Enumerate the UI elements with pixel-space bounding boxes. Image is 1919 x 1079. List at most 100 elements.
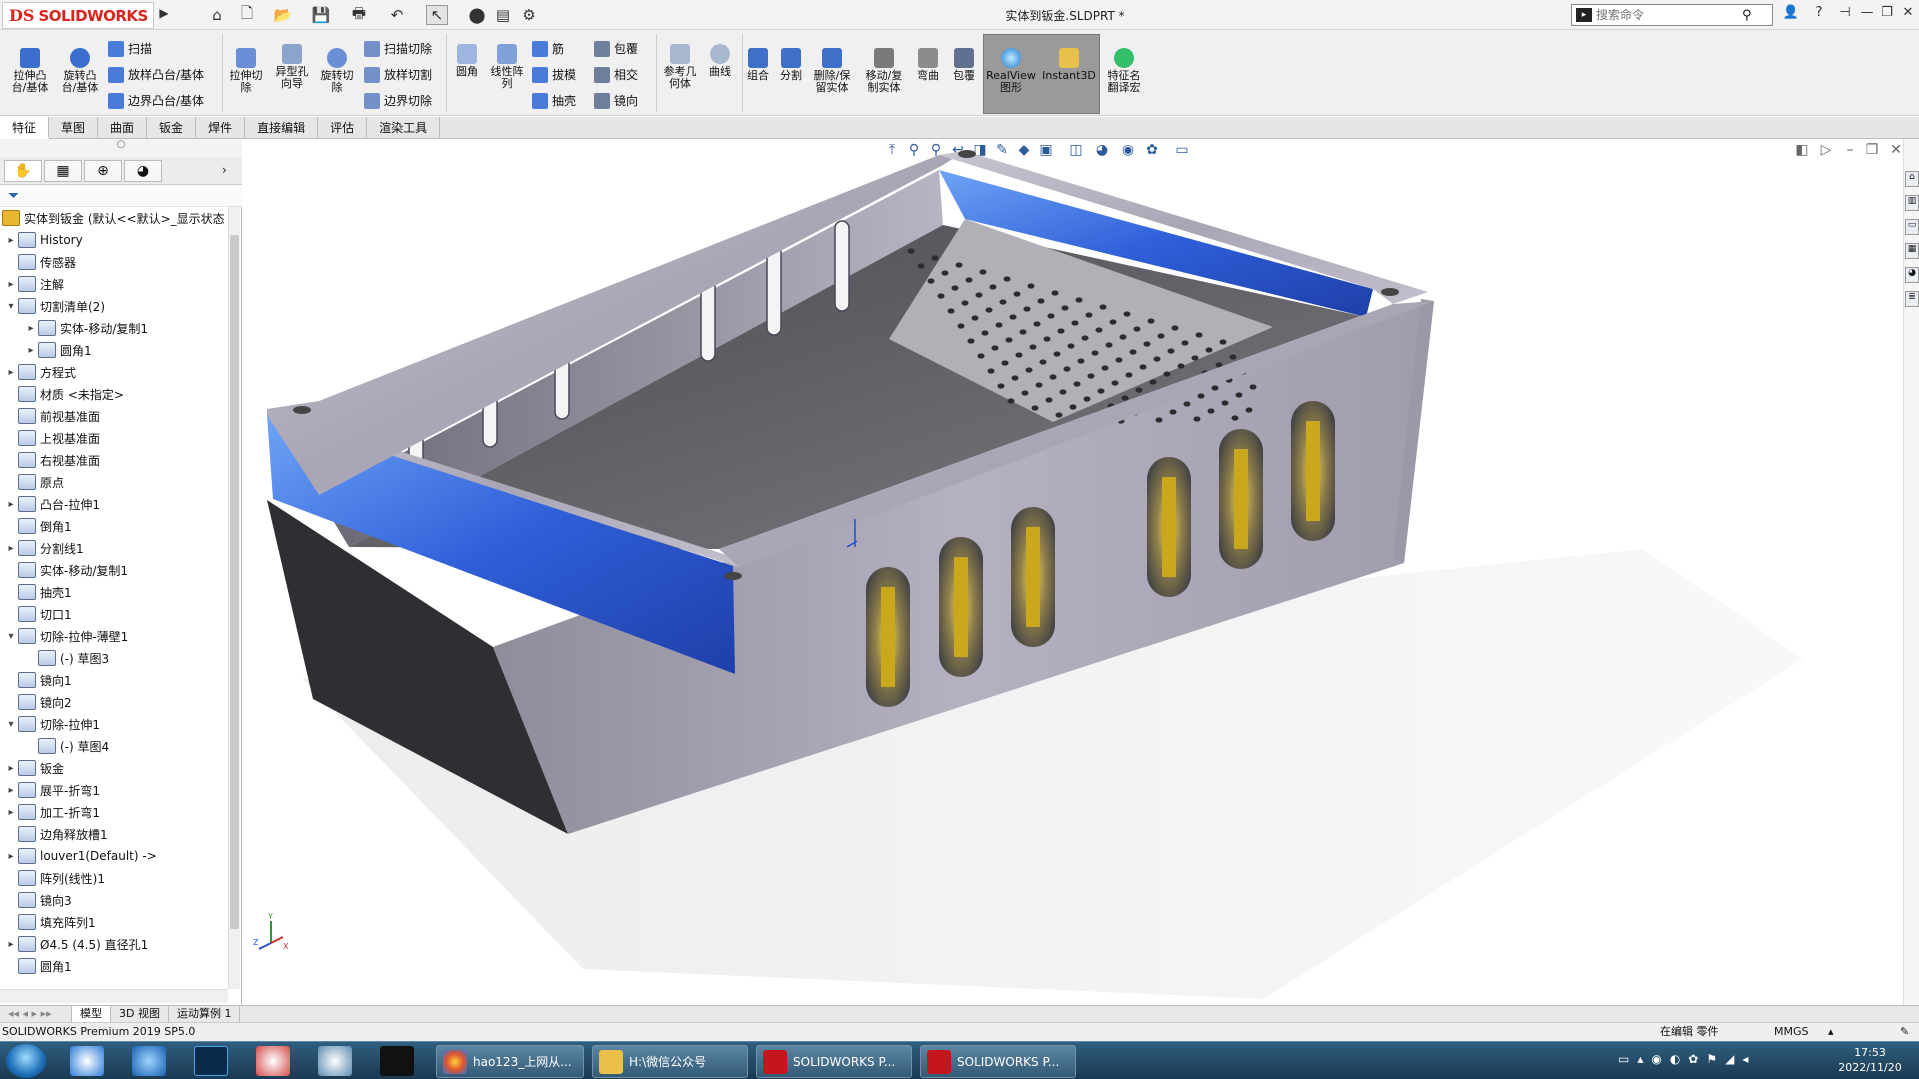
tree-item[interactable]: (-) 草图4 [24, 735, 109, 757]
ok-app-icon[interactable] [380, 1046, 414, 1076]
tree-item[interactable]: ▸ History [4, 229, 83, 251]
tree-item[interactable]: 实体-移动/复制1 [4, 559, 128, 581]
user-icon[interactable]: 👤 [1780, 5, 1802, 25]
tree-item[interactable]: (-) 草图3 [24, 647, 109, 669]
hole-wizard-button[interactable]: 异型孔 向导 [270, 44, 314, 90]
tree-horizontal-scrollbar[interactable] [0, 989, 228, 1003]
tree-expand-icon[interactable]: ▾ [4, 631, 18, 642]
taskbar-task-solidworks-2[interactable]: SOLIDWORKS P... [920, 1045, 1076, 1078]
pinned-app-icon[interactable] [70, 1046, 104, 1076]
tree-item[interactable]: 材质 <未指定> [4, 383, 124, 405]
property-manager-tab-icon[interactable]: ▦ [44, 160, 82, 182]
close-icon[interactable]: ✕ [1897, 5, 1919, 25]
tree-item[interactable]: 阵列(线性)1 [4, 867, 105, 889]
combine-button[interactable]: 组合 [744, 48, 772, 82]
tree-expand-icon[interactable]: ▸ [4, 367, 18, 378]
unit-dropdown-icon[interactable]: ▴ [1828, 1023, 1834, 1041]
display-manager-tab-icon[interactable]: ◕ [124, 160, 162, 182]
shell-button[interactable]: 抽壳 [532, 92, 576, 109]
tree-expand-icon[interactable]: ▸ [4, 939, 18, 950]
configuration-manager-tab-icon[interactable]: ⊕ [84, 160, 122, 182]
tree-item[interactable]: 镜向2 [4, 691, 72, 713]
tree-expand-icon[interactable]: ▾ [4, 719, 18, 730]
tab-motion-study[interactable]: 运动算例 1 [169, 1006, 241, 1022]
search-commands-box[interactable]: ▸ ⚲ [1571, 4, 1773, 26]
status-help-icon[interactable]: ✎ [1900, 1023, 1909, 1041]
move-copy-body-button[interactable]: 移动/复 制实体 [860, 48, 908, 94]
minimize-icon[interactable]: — [1856, 5, 1878, 25]
taskbar-task-solidworks-1[interactable]: SOLIDWORKS P... [756, 1045, 912, 1078]
tree-expand-icon[interactable]: ▾ [4, 301, 18, 312]
tab-render-tools[interactable]: 渲染工具 [367, 117, 441, 139]
start-button-icon[interactable] [6, 1044, 46, 1078]
tab-direct-editing[interactable]: 直接编辑 [245, 117, 319, 139]
tree-expand-icon[interactable]: ▸ [4, 763, 18, 774]
tree-root-item[interactable]: 实体到钣金 (默认<<默认>_显示状态 [2, 207, 225, 229]
appearances-icon[interactable]: ◕ [1905, 267, 1919, 283]
filter-icon[interactable]: ⏷ [8, 188, 19, 204]
feature-manager-tab-icon[interactable]: ✋ [4, 160, 42, 182]
linear-pattern-button[interactable]: 线性阵 列 [486, 44, 528, 90]
tree-expand-icon[interactable]: ▸ [4, 235, 18, 246]
delete-keep-body-button[interactable]: 删除/保 留实体 [808, 48, 856, 94]
tab-sheet-metal[interactable]: 钣金 [147, 117, 197, 139]
view-palette-icon[interactable]: ▦ [1905, 243, 1919, 259]
taskbar-task-browser[interactable]: hao123_上网从... [436, 1045, 584, 1078]
file-explorer-icon[interactable]: ▭ [1905, 219, 1919, 235]
tree-item[interactable]: ▸ 实体-移动/复制1 [24, 317, 148, 339]
mirror-button[interactable]: 镜向 [594, 92, 638, 109]
tree-expand-icon[interactable]: ▸ [24, 323, 38, 334]
tree-scroll-thumb[interactable] [230, 235, 239, 929]
swept-cut-button[interactable]: 扫描切除 [364, 40, 432, 57]
tree-item[interactable]: 上视基准面 [4, 427, 100, 449]
tree-item[interactable]: ▸ 方程式 [4, 361, 76, 383]
pin-icon[interactable]: ⊣ [1834, 5, 1856, 25]
tab-surfaces[interactable]: 曲面 [98, 117, 148, 139]
revolve-boss-button[interactable]: 旋转凸 台/基体 [58, 48, 102, 94]
ie-icon[interactable] [132, 1046, 166, 1076]
boundary-boss-button[interactable]: 边界凸台/基体 [108, 92, 204, 109]
photoshop-icon[interactable] [194, 1046, 228, 1076]
tree-expand-icon[interactable]: ▸ [4, 807, 18, 818]
taskbar-task-folder[interactable]: H:\微信公众号 [592, 1045, 748, 1078]
flex-button[interactable]: 弯曲 [912, 48, 944, 82]
draft-button[interactable]: 拔模 [532, 66, 576, 83]
tree-expand-icon[interactable]: ▸ [4, 543, 18, 554]
tab-features[interactable]: 特征 [0, 117, 50, 139]
tree-item[interactable]: ▸ 圆角1 [24, 339, 92, 361]
tree-item[interactable]: 圆角1 [4, 955, 72, 977]
lofted-cut-button[interactable]: 放样切割 [364, 66, 432, 83]
tree-item[interactable]: ▾ 切除-拉伸-薄壁1 [4, 625, 128, 647]
system-tray-icons[interactable]: ▭▴◉◐✿⚑◢◂ [1618, 1052, 1818, 1072]
reference-geometry-button[interactable]: 参考几 何体 [660, 44, 700, 90]
wrap-big-button[interactable]: 包覆 [948, 48, 980, 82]
design-library-icon[interactable]: ▥ [1905, 195, 1919, 211]
tree-item[interactable]: 镜向1 [4, 669, 72, 691]
tree-item[interactable]: 填充阵列1 [4, 911, 96, 933]
taskbar-clock[interactable]: 17:53 2022/11/20 [1830, 1045, 1910, 1075]
tab-nav-arrows-icon[interactable]: ◂◂ ◂ ▸ ▸▸ [0, 1006, 72, 1022]
intersect-button[interactable]: 相交 [594, 66, 638, 83]
tree-expand-icon[interactable]: ▸ [4, 499, 18, 510]
rib-button[interactable]: 筋 [532, 40, 564, 57]
unit-system[interactable]: MMGS [1774, 1023, 1809, 1041]
tree-item[interactable]: 传感器 [4, 251, 76, 273]
tree-expand-icon[interactable]: ▸ [4, 279, 18, 290]
revolve-cut-button[interactable]: 旋转切 除 [316, 48, 358, 94]
tree-item[interactable]: 前视基准面 [4, 405, 100, 427]
search-mode-icon[interactable]: ▸ [1576, 8, 1592, 22]
resources-icon[interactable]: ⌂ [1905, 171, 1919, 187]
tree-expand-icon[interactable]: ▸ [4, 851, 18, 862]
fillet-button[interactable]: 圆角 [450, 44, 484, 78]
wrap-button[interactable]: 包覆 [594, 40, 638, 57]
sweep-button[interactable]: 扫描 [108, 40, 152, 57]
tools-app-icon[interactable] [318, 1046, 352, 1076]
tree-item[interactable]: 抽壳1 [4, 581, 72, 603]
tree-item[interactable]: ▸ 加工-折弯1 [4, 801, 100, 823]
tree-item[interactable]: 切口1 [4, 603, 72, 625]
sheet-metal-tray-model[interactable] [243, 139, 1903, 1005]
tree-item[interactable]: 边角释放槽1 [4, 823, 108, 845]
tree-item[interactable]: ▸ 分割线1 [4, 537, 84, 559]
tree-item[interactable]: ▸ louver1(Default) -> [4, 845, 157, 867]
tree-item[interactable]: ▸ 注解 [4, 273, 64, 295]
